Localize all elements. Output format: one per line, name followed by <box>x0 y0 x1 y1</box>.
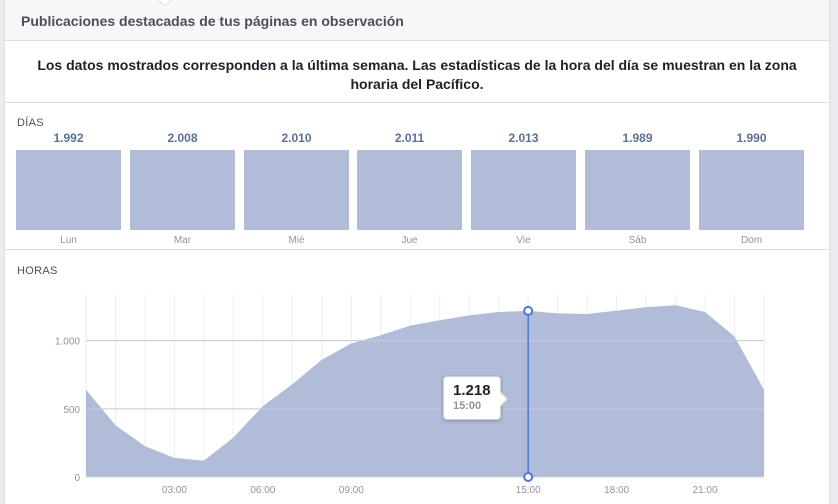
days-section: DÍAS 1.992 Lun 2.008 Mar 2.010 Mié 2.011 Jue 2.0… <box>5 104 829 250</box>
hover-axis-marker <box>523 472 534 482</box>
day-name: Dom <box>740 235 763 246</box>
day-name: Lun <box>60 235 77 246</box>
day-name: Sáb <box>628 235 647 246</box>
x-tick-label: 06:00 <box>250 485 275 496</box>
data-period-note: Los datos mostrados corresponden a la úl… <box>5 42 829 103</box>
day-value: 1.992 <box>53 131 84 145</box>
x-tick-label: 21:00 <box>693 485 718 496</box>
header-notch <box>158 0 172 6</box>
day-value: 2.008 <box>167 131 198 145</box>
day-bar[interactable] <box>699 150 804 230</box>
day-name: Vie <box>516 235 531 246</box>
day-bar[interactable] <box>16 150 121 230</box>
day-column-dom[interactable]: 1.990 Dom <box>699 104 804 250</box>
day-name: Mar <box>173 235 192 246</box>
x-tick-label: 18:00 <box>604 485 629 496</box>
day-value: 2.011 <box>394 131 425 145</box>
day-name: Mié <box>288 235 305 246</box>
y-tick-label: 500 <box>63 405 80 416</box>
x-tick-label: 15:00 <box>516 485 541 496</box>
day-column-jue[interactable]: 2.011 Jue <box>357 104 462 250</box>
y-tick-label: 1.000 <box>55 337 80 348</box>
day-bar[interactable] <box>357 150 462 230</box>
panel-title: Publicaciones destacadas de tus páginas … <box>21 13 404 29</box>
day-value: 2.010 <box>281 131 312 145</box>
hours-chart: 0 500 1.000 03:00 06:00 09:00 15:00 18:00 21:00 <box>55 295 765 496</box>
panel-header: Publicaciones destacadas de tus páginas … <box>5 0 829 41</box>
day-value: 2.013 <box>508 131 539 145</box>
x-tick-label: 03:00 <box>162 485 187 496</box>
day-value: 1.990 <box>736 131 767 145</box>
day-column-vie[interactable]: 2.013 Vie <box>471 104 576 250</box>
day-bar[interactable] <box>244 150 349 230</box>
y-tick-label: 0 <box>74 473 80 484</box>
hour-tooltip: 1.218 15:00 <box>443 376 509 420</box>
day-value: 1.989 <box>622 131 653 145</box>
day-column-lun[interactable]: 1.992 Lun <box>16 104 121 250</box>
day-column-mié[interactable]: 2.010 Mié <box>244 104 349 250</box>
tooltip-value: 1.218 <box>453 382 491 399</box>
day-bar[interactable] <box>585 150 690 230</box>
tooltip-time: 15:00 <box>453 400 482 412</box>
hours-area <box>86 305 764 477</box>
day-bar[interactable] <box>471 150 576 230</box>
day-column-mar[interactable]: 2.008 Mar <box>130 104 235 250</box>
day-name: Jue <box>401 235 418 246</box>
x-tick-label: 09:00 <box>339 485 364 496</box>
day-column-sáb[interactable]: 1.989 Sáb <box>585 104 690 250</box>
hover-point-marker <box>523 305 534 316</box>
day-bar[interactable] <box>130 150 235 230</box>
